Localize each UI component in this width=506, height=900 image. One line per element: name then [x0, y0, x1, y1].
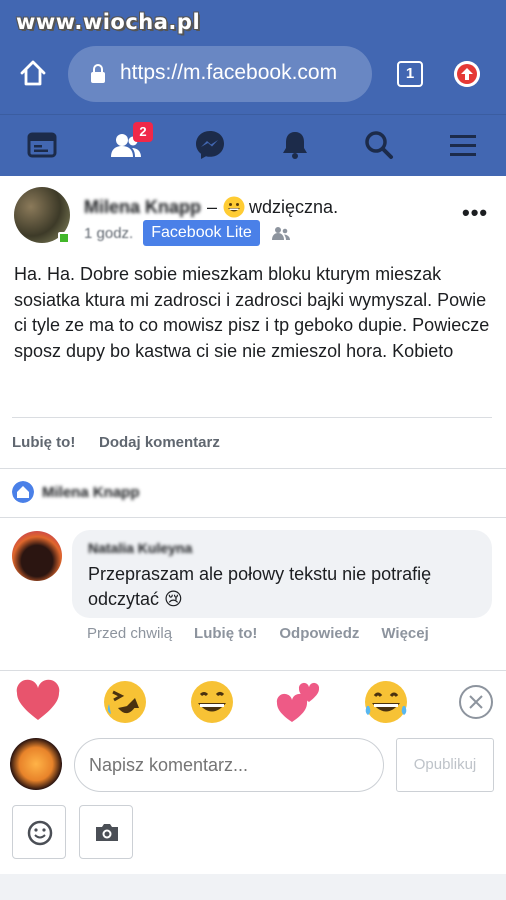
address-bar[interactable]: https://m.facebook.com [68, 46, 372, 102]
post-meta: 1 godz. Facebook Lite [84, 220, 290, 246]
menu-icon[interactable] [445, 127, 481, 163]
facebook-lite-badge: Facebook Lite [143, 220, 260, 246]
lock-icon [91, 64, 105, 83]
like-button[interactable]: Lubię to! [12, 434, 75, 451]
comment-text: Przepraszam ale połowy tekstu nie potraf… [88, 564, 432, 609]
camera-icon [96, 824, 118, 841]
messenger-icon[interactable] [192, 127, 228, 163]
friends-audience-icon [271, 227, 290, 240]
photo-button[interactable] [79, 805, 133, 859]
publish-button[interactable]: Opublikuj [396, 738, 494, 792]
two-hearts-icon[interactable] [275, 678, 323, 726]
notifications-icon[interactable] [277, 127, 313, 163]
grinning-sweat-icon[interactable] [362, 678, 410, 726]
comment-input[interactable] [74, 738, 384, 792]
commenter-avatar[interactable] [12, 531, 62, 581]
divider [0, 517, 506, 518]
news-feed-icon[interactable] [24, 127, 60, 163]
watermark: www.wiocha.pl [16, 10, 201, 34]
post-time[interactable]: 1 godz. [84, 225, 133, 242]
post-options-icon[interactable]: ••• [462, 200, 488, 226]
heart-icon[interactable] [14, 678, 62, 726]
sticker-button[interactable] [12, 805, 66, 859]
comment-bubble: Natalia Kuleyna Przepraszam ale połowy t… [72, 530, 492, 618]
comment-author[interactable]: Natalia Kuleyna [88, 540, 192, 556]
post-body: Ha. Ha. Dobre sobie mieszkam bloku ktury… [14, 264, 490, 361]
comment-actions: Przed chwilą Lubię to! Odpowiedz Więcej [87, 625, 451, 642]
online-status-indicator [58, 232, 70, 244]
close-circle-icon[interactable] [452, 678, 500, 726]
smiley-icon [27, 820, 53, 846]
likes-summary[interactable]: Milena Knapp [12, 481, 140, 503]
home-icon[interactable] [18, 58, 48, 88]
rolling-laughing-icon[interactable] [101, 678, 149, 726]
comment-composer: Opublikuj [0, 732, 506, 802]
comment-time: Przed chwilą [87, 625, 173, 642]
likes-summary-name: Milena Knapp [42, 483, 140, 501]
author-separator: – [207, 196, 218, 217]
divider [12, 417, 492, 418]
feeling-text: wdzięczna. [249, 196, 339, 217]
facebook-nav-bar [0, 114, 506, 176]
search-icon[interactable] [361, 127, 397, 163]
grinning-face-icon [223, 196, 245, 218]
comment-like-button[interactable]: Lubię to! [194, 625, 257, 642]
add-comment-button[interactable]: Dodaj komentarz [99, 434, 220, 451]
divider [0, 670, 506, 671]
url-text: https://m.facebook.com [120, 61, 338, 84]
update-icon[interactable] [454, 61, 480, 87]
comment-more-button[interactable]: Więcej [381, 625, 428, 642]
grinning-squint-icon[interactable] [188, 678, 236, 726]
page-footer-area [0, 874, 506, 900]
like-thumb-icon [12, 481, 34, 503]
sticker-reaction-row [0, 678, 506, 730]
comment-reply-button[interactable]: Odpowiedz [279, 625, 359, 642]
divider [0, 468, 506, 469]
post-author-line: Milena Knapp – wdzięczna. [84, 196, 338, 218]
tabs-switcher-button[interactable]: 1 [397, 61, 423, 87]
post-author-name[interactable]: Milena Knapp [84, 197, 201, 218]
friends-request-badge: 2 [133, 122, 153, 142]
current-user-avatar [10, 738, 62, 790]
